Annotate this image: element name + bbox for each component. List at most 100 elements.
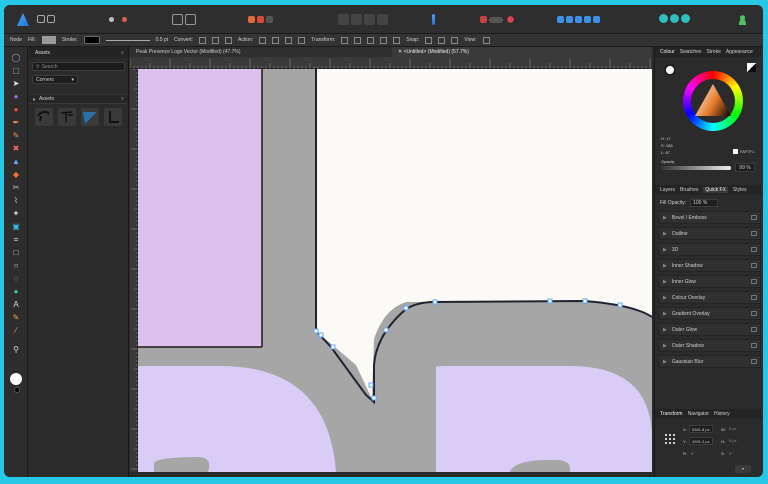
transform-mode-alt-icon[interactable] — [354, 36, 362, 44]
chevron-right-icon[interactable]: ▶ — [663, 247, 667, 253]
color-picker-icon[interactable]: ⁄ — [11, 326, 21, 336]
break-curve-icon[interactable] — [259, 36, 267, 44]
asset-thumbnail[interactable] — [35, 108, 53, 126]
section-menu-icon[interactable]: ≡ — [121, 96, 124, 102]
transparency-tool-icon[interactable]: ◆ — [11, 170, 21, 180]
fx-row[interactable]: ▶ Colour Overlay — [658, 291, 761, 304]
convert-sharp-icon[interactable] — [199, 36, 206, 44]
fx-row[interactable]: ▶ Outer Glow — [658, 323, 761, 336]
fx-row[interactable]: ▶ 3D — [658, 243, 761, 256]
fill-opacity-value[interactable]: 100 % — [690, 199, 719, 207]
insert-behind-icon[interactable] — [248, 16, 255, 23]
transform-menu-icon[interactable]: ▾ — [735, 465, 751, 473]
view-mode-icon[interactable] — [659, 14, 668, 23]
chevron-right-icon[interactable]: ▶ — [663, 343, 667, 349]
tab-appearance[interactable]: Appearance — [726, 49, 753, 55]
distribute-alt-icon[interactable] — [185, 14, 196, 25]
assets-section-header[interactable]: ▼ Assets ≡ — [29, 94, 128, 104]
add-icon[interactable] — [557, 16, 564, 23]
transform-mode-third-icon[interactable] — [367, 36, 375, 44]
artwork[interactable] — [138, 69, 652, 472]
x-field[interactable]: 5361.8 px — [689, 425, 713, 433]
text-tool-icon[interactable]: A — [11, 300, 21, 310]
back-icon[interactable] — [338, 14, 349, 25]
asset-thumbnail[interactable] — [81, 108, 99, 126]
hex-field[interactable]: FAF7F1 — [733, 149, 754, 154]
stroke-width-value[interactable]: 0.5 pt — [156, 37, 169, 43]
tab-assets[interactable]: Assets — [35, 50, 50, 56]
backward-icon[interactable] — [351, 14, 362, 25]
rectangle-tool-icon[interactable]: □ — [11, 248, 21, 258]
close-curve-icon[interactable] — [272, 36, 280, 44]
convert-smart-icon[interactable] — [225, 36, 232, 44]
ellipse-tool-icon[interactable]: ○ — [11, 261, 21, 271]
contour-tool-icon[interactable]: ● — [11, 105, 21, 115]
transform-mode-fourth-icon[interactable] — [380, 36, 388, 44]
insert-inside-icon[interactable] — [266, 16, 273, 23]
subtract-icon[interactable] — [566, 16, 573, 23]
gear-icon[interactable] — [106, 14, 117, 25]
view-mode-third-icon[interactable] — [681, 14, 690, 23]
pencil-alt-tool-icon[interactable]: ✎ — [11, 313, 21, 323]
pixel-persona-icon[interactable] — [37, 15, 45, 23]
transform-mode-fifth-icon[interactable] — [393, 36, 401, 44]
tab-brushes[interactable]: Brushes — [680, 187, 698, 193]
fx-row[interactable]: ▶ Gradient Overlay — [658, 307, 761, 320]
fx-row[interactable]: ▶ Bevel / Emboss — [658, 211, 761, 224]
assets-category-dropdown[interactable]: Corners ▾ — [32, 75, 78, 84]
settings-icon[interactable] — [751, 327, 757, 332]
convert-smooth-icon[interactable] — [212, 36, 219, 44]
settings-icon[interactable] — [751, 263, 757, 268]
settings-icon[interactable] — [751, 215, 757, 220]
node-tool-icon[interactable]: ● — [11, 92, 21, 102]
close-icon[interactable]: ✕ — [398, 49, 402, 55]
asset-thumbnail[interactable] — [58, 108, 76, 126]
distribute-icon[interactable] — [172, 14, 183, 25]
tab-layers[interactable]: Layers — [660, 187, 675, 193]
r-field[interactable]: 0° — [689, 450, 711, 458]
transform-origin-icon[interactable] — [480, 16, 487, 23]
snap-handles-icon[interactable] — [451, 36, 459, 44]
view-icon[interactable] — [482, 36, 490, 44]
shape-tool-icon[interactable]: ● — [11, 287, 21, 297]
settings-icon[interactable] — [751, 247, 757, 252]
s-field[interactable]: 0° — [727, 450, 749, 458]
tab-styles[interactable]: Styles — [733, 187, 747, 193]
chevron-right-icon[interactable]: ▶ — [663, 295, 667, 301]
pen-tool-icon[interactable]: ✒ — [11, 118, 21, 128]
fx-row[interactable]: ▶ Outline — [658, 227, 761, 240]
fill-tool-icon[interactable]: ▲ — [11, 157, 21, 167]
settings-icon[interactable] — [751, 343, 757, 348]
gear-red-icon[interactable] — [119, 14, 130, 25]
chevron-right-icon[interactable]: ▶ — [663, 311, 667, 317]
settings-icon[interactable] — [751, 279, 757, 284]
designer-persona-icon[interactable] — [17, 13, 29, 26]
tab-history[interactable]: History — [714, 411, 730, 417]
stroke-width-slider[interactable] — [105, 39, 150, 41]
tab-swatches[interactable]: Swatches — [680, 49, 702, 55]
export-persona-icon[interactable] — [47, 15, 55, 23]
view-tool-icon[interactable]: ◯ — [11, 53, 21, 63]
stroke-swatch[interactable] — [83, 36, 100, 44]
chevron-right-icon[interactable]: ▶ — [663, 359, 667, 365]
snap-curves-icon[interactable] — [438, 36, 446, 44]
align-icon[interactable] — [432, 14, 435, 25]
y-field[interactable]: 4391.2 px — [689, 437, 713, 445]
chevron-right-icon[interactable]: ▶ — [663, 327, 667, 333]
crop-tool-icon[interactable]: ⌗ — [11, 235, 21, 245]
snap-nodes-icon[interactable] — [425, 36, 433, 44]
xor-icon[interactable] — [584, 16, 591, 23]
assets-search-input[interactable]: ⚲ Search — [32, 62, 125, 71]
chevron-right-icon[interactable]: ▶ — [663, 263, 667, 269]
settings-icon[interactable] — [751, 295, 757, 300]
doc-tab-logo[interactable]: Peak Presence Logo Vector (Modified) (47… — [130, 47, 392, 57]
tab-colour[interactable]: Colour — [660, 49, 675, 55]
fx-row[interactable]: ▶ Gaussian Blur — [658, 355, 761, 368]
pencil-tool-icon[interactable]: ✎ — [11, 131, 21, 141]
divide-icon[interactable] — [593, 16, 600, 23]
account-icon[interactable] — [737, 14, 748, 25]
paint-brush-tool-icon[interactable]: ⌇ — [11, 196, 21, 206]
vertical-ruler[interactable] — [130, 68, 138, 472]
chevron-right-icon[interactable]: ▶ — [663, 279, 667, 285]
intersect-icon[interactable] — [575, 16, 582, 23]
